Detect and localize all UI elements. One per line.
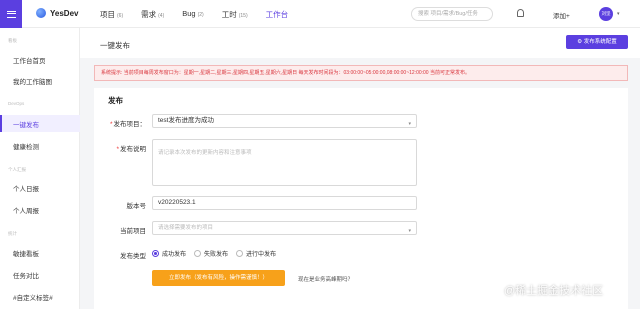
- sidebar-item-daily-report[interactable]: 个人日报: [13, 183, 39, 193]
- sidebar-item-one-click-release[interactable]: 一键发布: [13, 119, 39, 129]
- release-type-label: 发布类型: [120, 253, 146, 260]
- menu-icon[interactable]: [0, 0, 22, 28]
- radio-unchecked-icon: [194, 250, 202, 257]
- release-now-button[interactable]: 立即发布（发布有风险，操作需谨慎！）: [152, 270, 285, 286]
- search-input[interactable]: 搜索 项目/需求/Bug/任务: [411, 7, 493, 21]
- watermark: @稀土掘金技术社区: [504, 285, 604, 297]
- nav-item-hours[interactable]: 工时 (15): [222, 9, 248, 20]
- sidebar-group-label: DevOps: [8, 101, 25, 106]
- logo-text: YesDev: [50, 8, 79, 18]
- radio-unchecked-icon: [236, 250, 244, 257]
- add-menu[interactable]: 添加+: [553, 10, 570, 20]
- radio-success-release[interactable]: 成功发布: [152, 249, 186, 258]
- chevron-down-icon: ▾: [408, 228, 411, 234]
- chevron-down-icon: ▾: [408, 121, 411, 127]
- page-header: [80, 28, 640, 58]
- project-select[interactable]: test发布进度为成功 ▾: [152, 114, 417, 128]
- radio-checked-icon: [152, 250, 159, 257]
- sidebar: 看板 工作台首页 我的工作脑图 DevOps 一键发布 健康检测 个人汇报 个人…: [0, 28, 80, 309]
- version-label: 版本号: [126, 203, 147, 210]
- sidebar-item-health-check[interactable]: 健康检测: [13, 141, 39, 151]
- sidebar-item-workbench-home[interactable]: 工作台首页: [13, 55, 46, 65]
- sidebar-group-label: 个人汇报: [8, 167, 26, 172]
- nav-item-project[interactable]: 项目 (6): [100, 9, 123, 20]
- chevron-down-icon[interactable]: ▾: [617, 11, 620, 17]
- current-project-select[interactable]: 请选择需要发布的项目 ▾: [152, 221, 417, 235]
- release-config-button[interactable]: ⚙ 发布系统配置: [566, 35, 628, 49]
- version-input[interactable]: v20220523.1: [152, 196, 417, 210]
- sidebar-item-task-compare[interactable]: 任务对比: [13, 270, 39, 280]
- top-bar: YesDev 项目 (6) 需求 (4) Bug (2) 工时 (15) 工作台 搜索 …: [0, 0, 640, 28]
- release-type-group: 成功发布 失败发布 进行中发布: [152, 249, 276, 258]
- desc-label: *发布说明: [116, 146, 146, 153]
- radio-fail-release[interactable]: 失败发布: [194, 249, 228, 258]
- nav-item-workbench[interactable]: 工作台: [266, 9, 289, 20]
- nav-item-bug[interactable]: Bug (2): [182, 9, 203, 20]
- current-project-label: 当前项目: [120, 228, 146, 235]
- avatar[interactable]: 刘坚: [599, 7, 613, 21]
- radio-inprogress-release[interactable]: 进行中发布: [236, 249, 276, 258]
- release-window-alert: 系统提示: 当前项目每周发布窗口为：星期一,星期二,星期三,星期四,星期五,星期…: [94, 65, 628, 81]
- logo[interactable]: YesDev: [36, 8, 78, 18]
- nav-item-requirement[interactable]: 需求 (4): [141, 9, 164, 20]
- logo-icon: [36, 8, 46, 18]
- peak-hours-question: 现在是业务高峰期吗？: [298, 277, 354, 283]
- sidebar-item-custom-tag[interactable]: #自定义标签#: [13, 292, 53, 302]
- sidebar-active-highlight: [0, 115, 80, 132]
- form-section-title: 发布: [108, 96, 123, 105]
- top-nav: 项目 (6) 需求 (4) Bug (2) 工时 (15) 工作台: [100, 9, 288, 20]
- sidebar-item-agile-board[interactable]: 敏捷看板: [13, 248, 39, 258]
- sidebar-item-mindmap[interactable]: 我的工作脑图: [13, 76, 52, 86]
- sidebar-item-weekly-report[interactable]: 个人周报: [13, 205, 39, 215]
- project-label: *发布项目：: [109, 121, 146, 128]
- release-description-textarea[interactable]: 请记录本次发布的更新内容和注意事项: [152, 139, 417, 186]
- bell-icon[interactable]: [517, 9, 524, 17]
- sidebar-group-label: 看板: [8, 38, 17, 43]
- page-title: 一键发布: [100, 41, 130, 50]
- sidebar-group-label: 统计: [8, 231, 17, 236]
